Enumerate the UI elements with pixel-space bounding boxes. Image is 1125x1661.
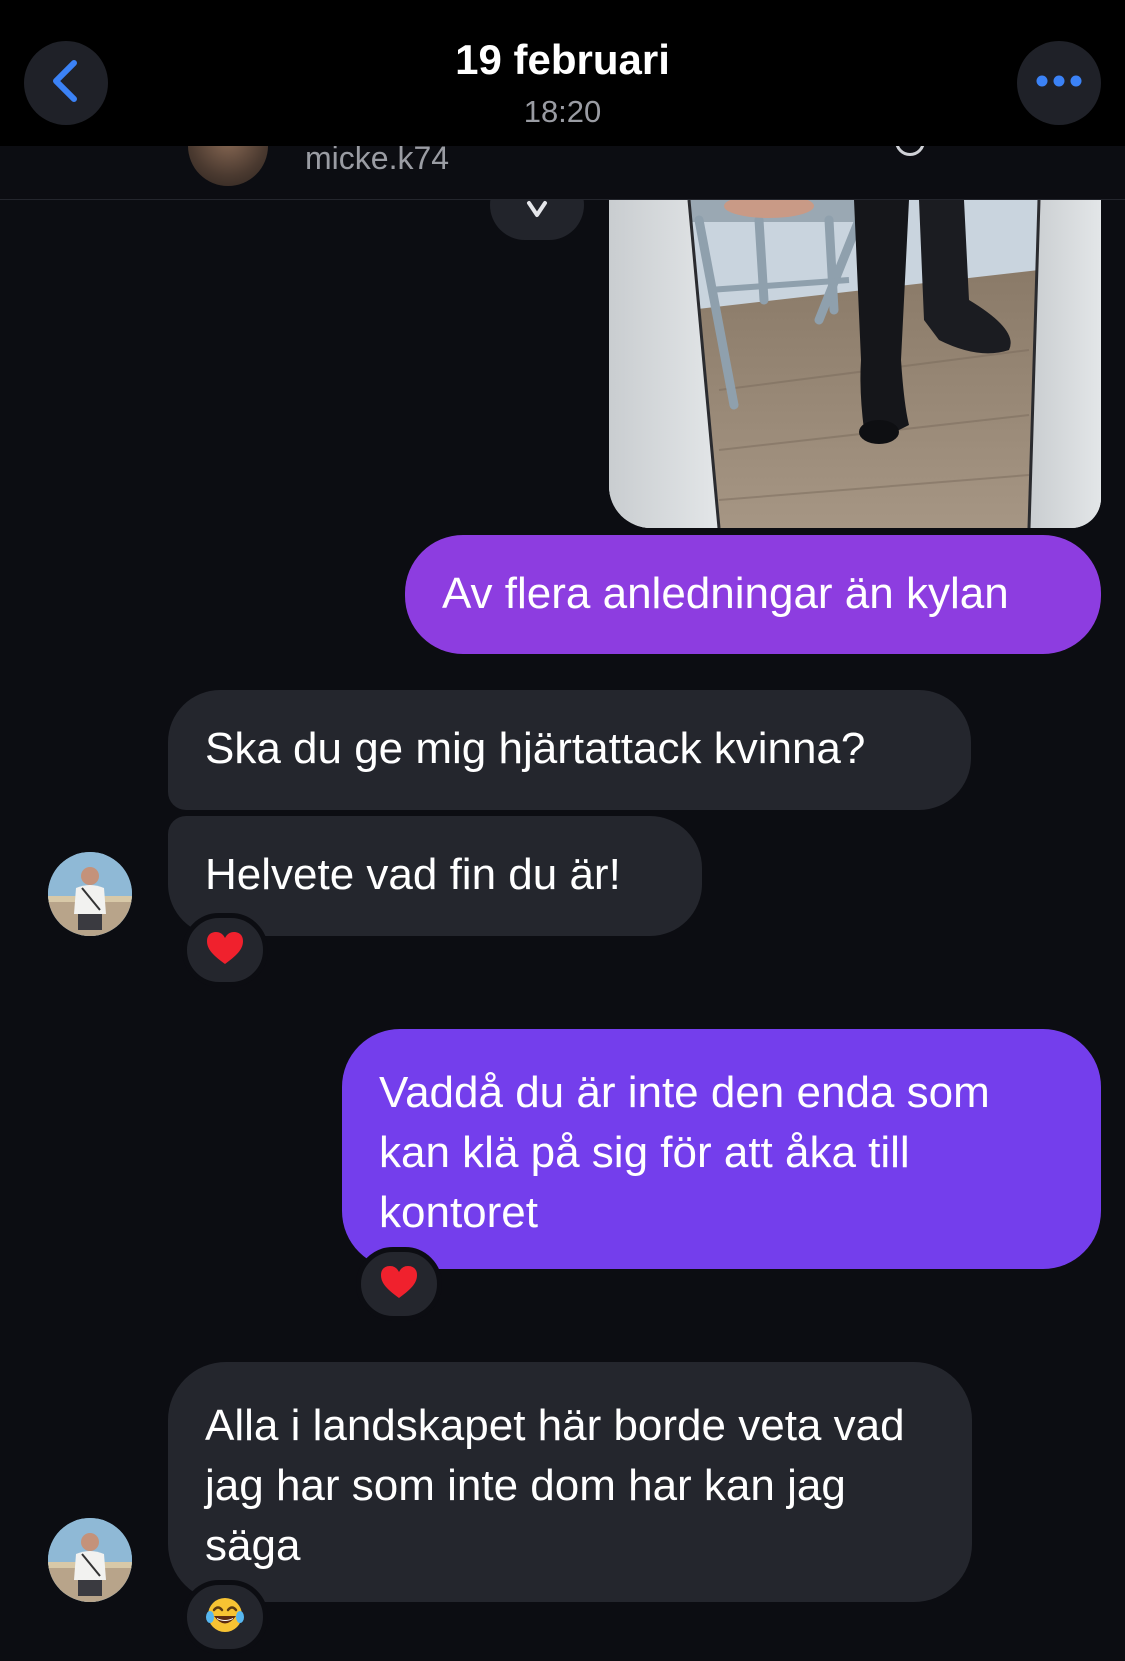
profile-subheader[interactable]: micke.k74 xyxy=(0,146,1125,200)
conversation-time: 18:20 xyxy=(523,94,602,129)
message-bubble-incoming[interactable]: Alla i landskapet här borde veta vad jag… xyxy=(168,1362,972,1602)
sender-avatar[interactable] xyxy=(48,852,132,936)
laughing-tears-icon xyxy=(205,1595,245,1640)
reaction-badge[interactable] xyxy=(182,1580,268,1654)
reaction-badge[interactable] xyxy=(356,1247,442,1321)
photo-attachment-icon xyxy=(609,200,1101,528)
shared-photo[interactable] xyxy=(609,200,1101,528)
more-options-button[interactable] xyxy=(1017,41,1101,125)
reaction-badge[interactable] xyxy=(182,913,268,987)
message-bubble-outgoing[interactable]: Vaddå du är inte den enda som kan klä på… xyxy=(342,1029,1101,1269)
conversation-date: 19 februari xyxy=(455,36,670,83)
chevron-down-icon xyxy=(525,199,549,224)
chat-screen: 19 februari 18:20 micke.k74 Av flera anl… xyxy=(0,0,1125,1661)
profile-avatar[interactable] xyxy=(188,146,268,186)
info-icon[interactable] xyxy=(895,146,925,156)
profile-username[interactable]: micke.k74 xyxy=(305,146,449,177)
message-bubble-incoming[interactable]: Ska du ge mig hjärtattack kvinna? xyxy=(168,690,971,810)
sender-avatar[interactable] xyxy=(48,1518,132,1602)
ellipsis-icon xyxy=(1034,74,1084,93)
message-bubble-outgoing[interactable]: Av flera anledningar än kylan xyxy=(405,535,1101,654)
chat-header: 19 februari 18:20 xyxy=(0,0,1125,146)
red-heart-icon xyxy=(205,930,245,971)
red-heart-icon xyxy=(379,1264,419,1305)
